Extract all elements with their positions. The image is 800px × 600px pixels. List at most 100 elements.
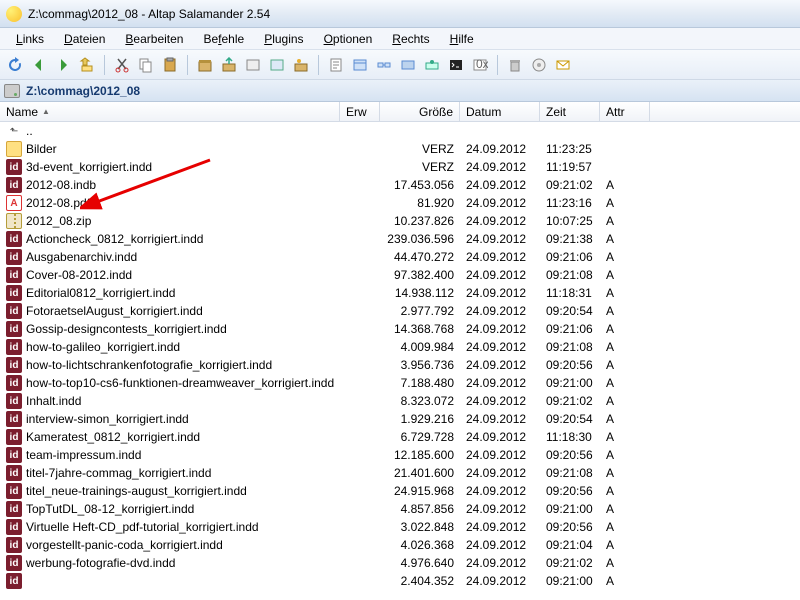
archive-button[interactable]: [194, 54, 216, 76]
file-name: FotoraetselAugust_korrigiert.indd: [26, 304, 203, 318]
file-row[interactable]: id3d-event_korrigiert.inddVERZ24.09.2012…: [0, 158, 800, 176]
file-row[interactable]: id2012-08.indb17.453.05624.09.201209:21:…: [0, 176, 800, 194]
indd-icon: id: [6, 573, 22, 589]
file-date: 24.09.2012: [460, 502, 540, 516]
file-row[interactable]: 2012_08.zip10.237.82624.09.201210:07:25A: [0, 212, 800, 230]
file-row[interactable]: idKameratest_0812_korrigiert.indd6.729.7…: [0, 428, 800, 446]
path-bar[interactable]: Z:\commag\2012_08: [0, 80, 800, 102]
menu-bearbeiten[interactable]: Bearbeiten: [117, 30, 191, 48]
tool-6[interactable]: [266, 54, 288, 76]
hex-button[interactable]: 0x: [469, 54, 491, 76]
toolbar-separator: [187, 55, 188, 75]
file-row[interactable]: idTopTutDL_08-12_korrigiert.indd4.857.85…: [0, 500, 800, 518]
file-name: 3d-event_korrigiert.indd: [26, 160, 152, 174]
file-date: 24.09.2012: [460, 232, 540, 246]
file-row[interactable]: idtitel_neue-trainings-august_korrigiert…: [0, 482, 800, 500]
file-row[interactable]: idAusgabenarchiv.indd44.470.27224.09.201…: [0, 248, 800, 266]
indd-icon: id: [6, 303, 22, 319]
file-name: how-to-lichtschrankenfotografie_korrigie…: [26, 358, 272, 372]
back-button[interactable]: [28, 54, 50, 76]
file-row[interactable]: ⬑..: [0, 122, 800, 140]
file-time: 11:18:30: [540, 430, 600, 444]
file-name: werbung-fotografie-dvd.indd: [26, 556, 175, 570]
file-time: 09:20:56: [540, 448, 600, 462]
file-date: 24.09.2012: [460, 376, 540, 390]
file-row[interactable]: idFotoraetselAugust_korrigiert.indd2.977…: [0, 302, 800, 320]
file-row[interactable]: idCover-08-2012.indd97.382.40024.09.2012…: [0, 266, 800, 284]
col-time[interactable]: Zeit: [540, 102, 600, 121]
connect-button[interactable]: [373, 54, 395, 76]
menu-plugins[interactable]: Plugins: [256, 30, 311, 48]
file-date: 24.09.2012: [460, 142, 540, 156]
file-size: 2.404.352: [380, 574, 460, 588]
properties-button[interactable]: [325, 54, 347, 76]
file-list[interactable]: ⬑..BilderVERZ24.09.201211:23:25id3d-even…: [0, 122, 800, 600]
file-row[interactable]: idInhalt.indd8.323.07224.09.201209:21:02…: [0, 392, 800, 410]
up-button[interactable]: [76, 54, 98, 76]
share-button[interactable]: [421, 54, 443, 76]
file-row[interactable]: idhow-to-top10-cs6-funktionen-dreamweave…: [0, 374, 800, 392]
sort-asc-icon: ▲: [42, 107, 50, 116]
indd-icon: id: [6, 231, 22, 247]
file-attr: A: [600, 376, 650, 390]
burn-button[interactable]: [528, 54, 550, 76]
file-row[interactable]: id how-to-lichtschrankenfotografie_korrig…: [0, 356, 800, 374]
col-date[interactable]: Datum: [460, 102, 540, 121]
file-time: 11:19:57: [540, 160, 600, 174]
file-time: 09:20:56: [540, 520, 600, 534]
file-date: 24.09.2012: [460, 538, 540, 552]
file-row[interactable]: idwerbung-fotografie-dvd.indd4.976.64024…: [0, 554, 800, 572]
copy-button[interactable]: [135, 54, 157, 76]
menu-links[interactable]: Links: [8, 30, 52, 48]
indd-icon: id: [6, 357, 22, 373]
file-time: 09:20:56: [540, 484, 600, 498]
menu-befehle[interactable]: Befehle: [195, 30, 252, 48]
menu-dateien[interactable]: Dateien: [56, 30, 113, 48]
file-date: 24.09.2012: [460, 484, 540, 498]
file-date: 24.09.2012: [460, 412, 540, 426]
toolbar-separator: [497, 55, 498, 75]
tool-7[interactable]: [290, 54, 312, 76]
file-attr: A: [600, 466, 650, 480]
file-row[interactable]: idteam-impressum.indd12.185.60024.09.201…: [0, 446, 800, 464]
col-attr[interactable]: Attr: [600, 102, 650, 121]
cut-button[interactable]: [111, 54, 133, 76]
refresh-button[interactable]: [4, 54, 26, 76]
file-attr: A: [600, 484, 650, 498]
file-date: 24.09.2012: [460, 394, 540, 408]
menu-rechts[interactable]: Rechts: [384, 30, 437, 48]
col-size[interactable]: Größe: [380, 102, 460, 121]
file-name: Inhalt.indd: [26, 394, 81, 408]
file-size: 14.368.768: [380, 322, 460, 336]
col-name[interactable]: Name▲: [0, 102, 340, 121]
indd-icon: id: [6, 555, 22, 571]
view-button[interactable]: [349, 54, 371, 76]
file-row[interactable]: idVirtuelle Heft-CD_pdf-tutorial_korrigi…: [0, 518, 800, 536]
extract-button[interactable]: [218, 54, 240, 76]
file-row[interactable]: id2.404.35224.09.201209:21:00A: [0, 572, 800, 590]
mail-button[interactable]: [552, 54, 574, 76]
file-row[interactable]: idinterview-simon_korrigiert.indd1.929.2…: [0, 410, 800, 428]
file-row[interactable]: BilderVERZ24.09.201211:23:25: [0, 140, 800, 158]
menu-hilfe[interactable]: Hilfe: [442, 30, 482, 48]
file-name: Actioncheck_0812_korrigiert.indd: [26, 232, 203, 246]
file-size: VERZ: [380, 142, 460, 156]
file-row[interactable]: A2012-08.pdf81.92024.09.201211:23:16A: [0, 194, 800, 212]
file-name: Gossip-designcontests_korrigiert.indd: [26, 322, 227, 336]
tool-5[interactable]: [242, 54, 264, 76]
file-row[interactable]: idGossip-designcontests_korrigiert.indd1…: [0, 320, 800, 338]
file-row[interactable]: idhow-to-galileo_korrigiert.indd4.009.98…: [0, 338, 800, 356]
delete-button[interactable]: [504, 54, 526, 76]
file-row[interactable]: idtitel-7jahre-commag_korrigiert.indd21.…: [0, 464, 800, 482]
col-ext[interactable]: Erw: [340, 102, 380, 121]
file-row[interactable]: idEditorial0812_korrigiert.indd14.938.11…: [0, 284, 800, 302]
terminal-button[interactable]: [445, 54, 467, 76]
file-size: 21.401.600: [380, 466, 460, 480]
file-date: 24.09.2012: [460, 520, 540, 534]
menu-optionen[interactable]: Optionen: [316, 30, 381, 48]
file-row[interactable]: idActioncheck_0812_korrigiert.indd239.03…: [0, 230, 800, 248]
settings-button[interactable]: [397, 54, 419, 76]
forward-button[interactable]: [52, 54, 74, 76]
paste-button[interactable]: [159, 54, 181, 76]
file-row[interactable]: idvorgestellt-panic-coda_korrigiert.indd…: [0, 536, 800, 554]
